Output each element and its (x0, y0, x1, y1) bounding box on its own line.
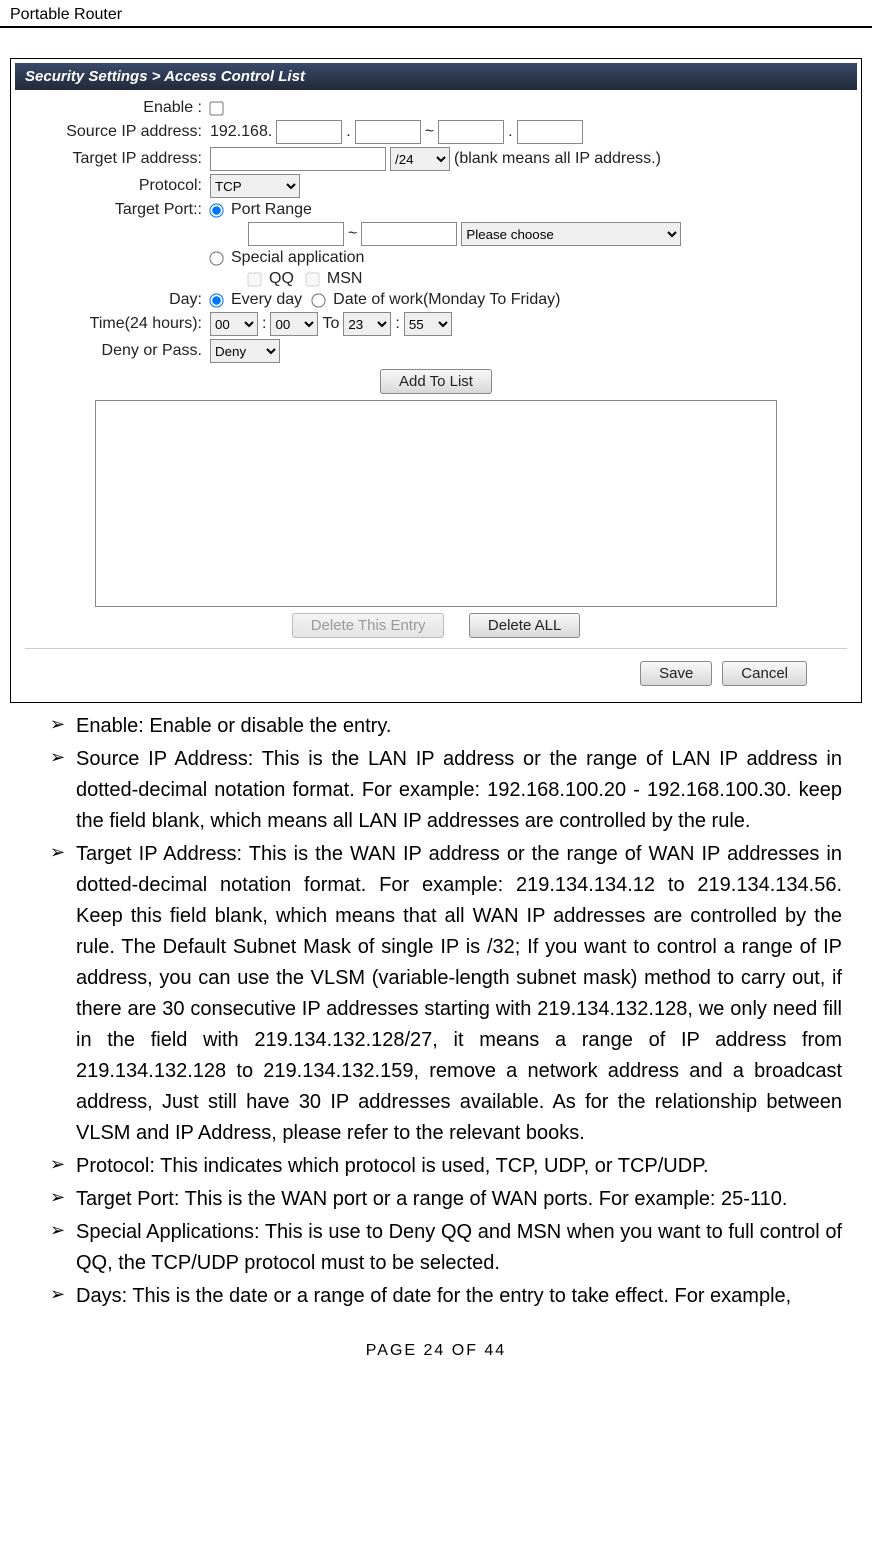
time-h1[interactable]: 00 (210, 312, 258, 336)
titlebar: Security Settings > Access Control List (15, 63, 857, 90)
enable-label: Enable : (25, 99, 210, 117)
special-app-label: Special application (231, 249, 364, 267)
port-to[interactable] (361, 222, 457, 246)
denypass-label: Deny or Pass. (25, 342, 210, 360)
port-from[interactable] (248, 222, 344, 246)
every-day-radio[interactable] (209, 293, 223, 307)
special-app-radio[interactable] (209, 251, 223, 265)
day-label: Day: (25, 291, 210, 309)
port-preset-select[interactable]: Please choose (461, 222, 681, 246)
qq-label: QQ (269, 270, 294, 288)
msn-label: MSN (327, 270, 363, 288)
enable-checkbox[interactable] (209, 101, 223, 115)
bullet-days: Days: This is the date or a range of dat… (50, 1281, 842, 1312)
port-range-radio[interactable] (209, 203, 223, 217)
page-footer: PAGE 24 OF 44 (0, 1342, 872, 1360)
bullet-protocol: Protocol: This indicates which protocol … (50, 1151, 842, 1182)
target-note: (blank means all IP address.) (454, 150, 661, 168)
protocol-select[interactable]: TCP (210, 174, 300, 198)
protocol-label: Protocol: (25, 177, 210, 195)
bullet-targetip: Target IP Address: This is the WAN IP ad… (50, 839, 842, 1149)
time-m1[interactable]: 00 (270, 312, 318, 336)
time-label: Time(24 hours): (25, 315, 210, 333)
source-prefix: 192.168. (210, 123, 272, 141)
time-h2[interactable]: 23 (343, 312, 391, 336)
date-of-work-label: Date of work(Monday To Friday) (333, 291, 560, 309)
delete-all-button[interactable]: Delete ALL (469, 613, 580, 638)
cancel-button[interactable]: Cancel (722, 661, 807, 686)
cidr-select[interactable]: /24 (390, 147, 450, 171)
time-to: To (322, 315, 339, 333)
target-ip-input[interactable] (210, 147, 386, 171)
time-m2[interactable]: 55 (404, 312, 452, 336)
source-ip-c[interactable] (438, 120, 504, 144)
doc-title: Portable Router (10, 6, 122, 24)
source-ip-d[interactable] (517, 120, 583, 144)
source-ip-a[interactable] (276, 120, 342, 144)
add-to-list-button[interactable]: Add To List (380, 369, 492, 394)
date-of-work-radio[interactable] (311, 293, 325, 307)
save-button[interactable]: Save (640, 661, 712, 686)
router-screenshot: Security Settings > Access Control List … (10, 58, 862, 703)
targetip-label: Target IP address: (25, 150, 210, 168)
sourceip-label: Source IP address: (25, 123, 210, 141)
msn-checkbox[interactable] (305, 272, 319, 286)
every-day-label: Every day (231, 291, 302, 309)
targetport-label: Target Port:: (25, 201, 210, 219)
delete-entry-button[interactable]: Delete This Entry (292, 613, 445, 638)
entries-listbox[interactable] (95, 400, 777, 607)
port-range-label: Port Range (231, 201, 312, 219)
bullet-sourceip: Source IP Address: This is the LAN IP ad… (50, 744, 842, 837)
bullet-targetport: Target Port: This is the WAN port or a r… (50, 1184, 842, 1215)
deny-select[interactable]: Deny (210, 339, 280, 363)
bullet-specialapps: Special Applications: This is use to Den… (50, 1217, 842, 1279)
bullet-enable: Enable: Enable or disable the entry. (50, 711, 842, 742)
source-ip-b[interactable] (355, 120, 421, 144)
qq-checkbox[interactable] (247, 272, 261, 286)
